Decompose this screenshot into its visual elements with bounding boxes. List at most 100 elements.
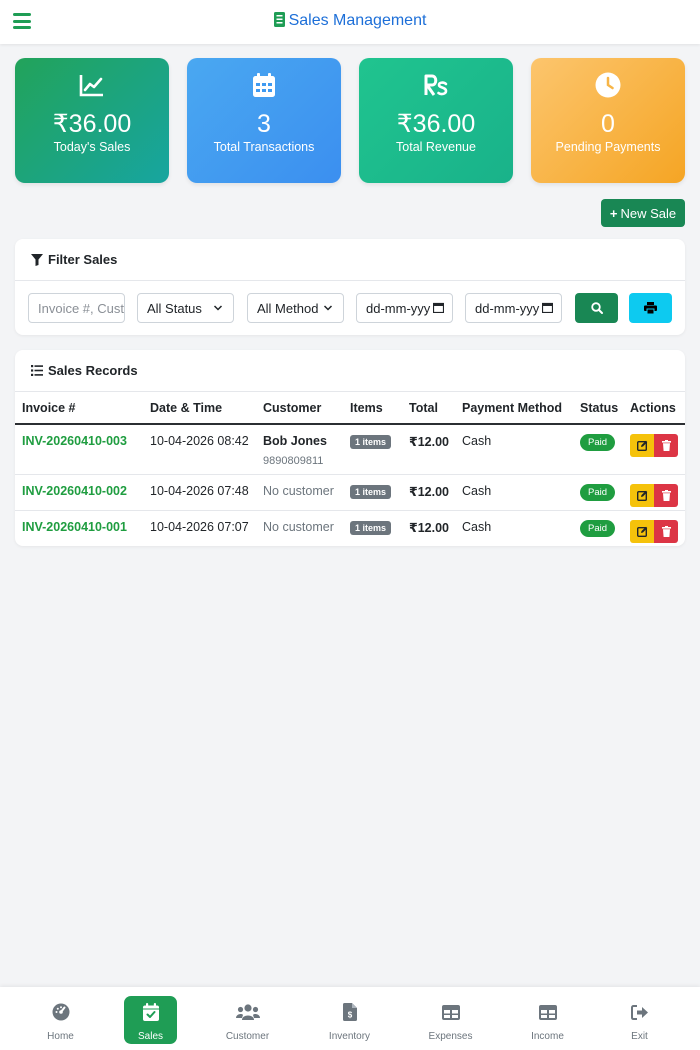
nav-income[interactable]: Income — [521, 996, 574, 1044]
calendar-icon[interactable] — [433, 302, 444, 313]
sales-table: Invoice # Date & Time Customer Items Tot… — [15, 392, 685, 546]
sales-records-card: Sales Records Invoice # Date & Time Cust… — [15, 350, 685, 546]
invoice-link[interactable]: INV-20260410-001 — [15, 510, 143, 546]
stat-label: Total Transactions — [213, 140, 315, 154]
stat-card-pending-payments: 0 Pending Payments — [531, 58, 685, 183]
stat-value: ₹36.00 — [396, 110, 476, 138]
list-icon — [31, 365, 43, 376]
stat-value: ₹36.00 — [52, 110, 132, 138]
actions-cell — [623, 474, 685, 511]
status-badge: Paid — [580, 483, 616, 501]
column-header[interactable]: Customer — [256, 392, 343, 425]
items-cell: 1 items — [343, 510, 402, 546]
print-button[interactable] — [629, 293, 672, 323]
search-icon — [590, 302, 603, 314]
filter-card: Filter Sales Invoice #, Cust All Status … — [15, 239, 685, 335]
nav-home[interactable]: Home — [34, 996, 87, 1044]
nav-expenses[interactable]: Expenses — [424, 996, 477, 1044]
delete-button[interactable] — [654, 434, 678, 457]
receipt-icon — [273, 12, 285, 27]
trash-icon — [661, 440, 671, 451]
nav-label: Exit — [631, 1031, 648, 1042]
edit-button[interactable] — [630, 519, 654, 543]
users-icon — [235, 1004, 260, 1020]
stat-label: Total Revenue — [396, 140, 476, 154]
customer-phone: 9890809811 — [263, 455, 324, 467]
datetime-cell: 10-04-2026 08:42 — [143, 424, 256, 475]
search-input[interactable]: Invoice #, Cust — [28, 293, 125, 323]
column-header[interactable]: Status — [573, 392, 623, 425]
invoice-number[interactable]: INV-20260410-003 — [22, 434, 127, 448]
method-cell: Cash — [455, 424, 573, 475]
actions-cell — [623, 510, 685, 546]
chevron-down-icon — [213, 305, 223, 311]
nav-inventory[interactable]: $ Inventory — [323, 996, 376, 1044]
column-header[interactable]: Payment Method — [455, 392, 573, 425]
edit-icon — [636, 440, 647, 451]
invoice-link[interactable]: INV-20260410-002 — [15, 474, 143, 511]
date-from-input[interactable]: dd-mm-yyy — [356, 293, 453, 323]
column-header[interactable]: Actions — [623, 392, 685, 425]
actions-cell — [623, 424, 685, 475]
file-invoice-dollar-icon: $ — [342, 1003, 357, 1021]
items-badge: 1 items — [350, 520, 392, 535]
column-header[interactable]: Invoice # — [15, 392, 143, 425]
invoice-number[interactable]: INV-20260410-002 — [22, 484, 127, 498]
method-select-value: All Method — [257, 300, 319, 316]
edit-button[interactable] — [630, 434, 654, 457]
new-sale-button[interactable]: + New Sale — [601, 199, 685, 227]
datetime-cell: 10-04-2026 07:48 — [143, 474, 256, 511]
column-header[interactable]: Total — [402, 392, 455, 425]
items-badge: 1 items — [350, 484, 392, 499]
column-header[interactable]: Items — [343, 392, 402, 425]
filter-card-title: Filter Sales — [48, 252, 118, 267]
print-icon — [644, 302, 657, 314]
search-button[interactable] — [575, 293, 618, 323]
stat-value: 3 — [257, 110, 271, 138]
items-cell: 1 items — [343, 424, 402, 475]
filter-card-header: Filter Sales — [15, 239, 685, 281]
nav-label: Inventory — [328, 1031, 371, 1042]
stat-value: 0 — [601, 110, 615, 138]
stat-card-total-revenue: ₹36.00 Total Revenue — [359, 58, 513, 183]
invoice-link[interactable]: INV-20260410-003 — [15, 424, 143, 475]
delete-button[interactable] — [654, 483, 678, 507]
stat-label: Pending Payments — [555, 140, 661, 154]
date-to-input[interactable]: dd-mm-yyy — [465, 293, 562, 323]
rupee-icon — [359, 72, 513, 98]
nav-label: Home — [47, 1031, 74, 1042]
page-title: Sales Management — [0, 12, 700, 30]
table-icon — [538, 1004, 557, 1020]
method-select[interactable]: All Method — [247, 293, 344, 323]
datetime-cell: 10-04-2026 07:07 — [150, 519, 249, 534]
svg-text:$: $ — [347, 1011, 352, 1020]
date-to-value: dd-mm-yyy — [475, 300, 540, 316]
table-icon — [441, 1004, 460, 1020]
sales-records-header: Sales Records — [15, 350, 685, 392]
sales-records-title: Sales Records — [48, 363, 138, 378]
stat-label: Today's Sales — [53, 140, 131, 154]
nav-exit[interactable]: Exit — [613, 996, 666, 1044]
nav-customer[interactable]: Customer — [221, 996, 274, 1044]
new-sale-label: New Sale — [620, 205, 677, 221]
nav-label: Income — [531, 1031, 564, 1042]
status-cell: Paid — [573, 424, 623, 475]
calendar-icon[interactable] — [542, 302, 553, 313]
nav-sales[interactable]: Sales — [124, 996, 177, 1044]
filter-icon — [31, 253, 43, 266]
delete-button[interactable] — [654, 519, 678, 543]
customer-cell: No customer — [263, 519, 334, 534]
status-cell: Paid — [573, 510, 623, 546]
customer-cell: No customer — [256, 474, 343, 511]
stat-card-total-transactions: 3 Total Transactions — [187, 58, 341, 183]
items-cell: 1 items — [343, 474, 402, 511]
clock-icon — [531, 72, 685, 98]
invoice-number[interactable]: INV-20260410-001 — [22, 520, 127, 534]
table-row: INV-20260410-001 10-04-2026 07:07 No cus… — [15, 510, 685, 546]
sign-out-icon — [630, 1004, 648, 1020]
edit-icon — [636, 490, 647, 501]
column-header[interactable]: Date & Time — [143, 392, 256, 425]
status-select[interactable]: All Status — [137, 293, 234, 323]
edit-button[interactable] — [630, 483, 654, 507]
customer-cell: Bob Jones 9890809811 — [256, 424, 343, 475]
